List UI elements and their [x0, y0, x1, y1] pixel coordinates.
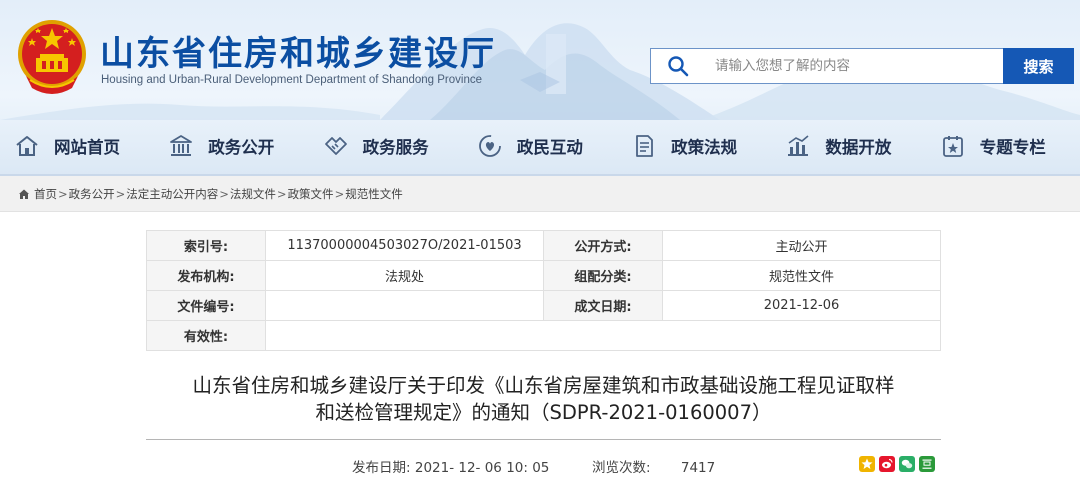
table-row: 索引号: 11370000004503027O/2021-01503 公开方式:…	[146, 230, 941, 261]
document-info-table: 索引号: 11370000004503027O/2021-01503 公开方式:…	[146, 230, 941, 351]
breadcrumb-separator: >	[115, 186, 126, 201]
site-subtitle: Housing and Urban-Rural Development Depa…	[101, 74, 482, 86]
views-value: 7417	[680, 460, 716, 476]
breadcrumb-separator: >	[219, 186, 229, 201]
nav-item-home[interactable]: 网站首页	[0, 120, 154, 172]
publish-date: 发布日期: 2021- 12- 06 10: 05	[352, 456, 549, 476]
nav-item-label: 政策法规	[671, 138, 738, 157]
date-value: 2021-12-06	[662, 290, 941, 321]
breadcrumb-item-regulations[interactable]: 法规文件	[230, 186, 276, 202]
home-icon	[16, 136, 38, 156]
disclosure-value: 主动公开	[662, 230, 941, 261]
nav-item-label: 政务服务	[362, 138, 429, 157]
title-divider	[146, 439, 941, 440]
nav-item-interaction[interactable]: 政民互动	[463, 120, 617, 172]
qzone-icon[interactable]	[859, 456, 875, 472]
nav-item-label: 数据开放	[825, 138, 892, 157]
breadcrumb-item-gov-affairs[interactable]: 政务公开	[69, 186, 115, 202]
doc-number-label: 文件编号:	[146, 290, 266, 321]
handshake-icon	[324, 137, 347, 155]
search-box	[650, 48, 1004, 84]
table-row: 发布机构: 法规处 组配分类: 规范性文件	[146, 260, 941, 291]
nav-item-policy[interactable]: 政策法规	[617, 120, 771, 172]
view-count: 浏览次数: 7417	[592, 456, 715, 476]
site-title: 山东省住房和城乡建设厅	[100, 34, 496, 74]
breadcrumb-item-policy-docs[interactable]: 政策文件	[288, 186, 334, 202]
weibo-icon[interactable]	[879, 456, 895, 472]
special-topic-icon	[942, 136, 963, 157]
interaction-heart-icon	[478, 135, 501, 157]
douban-icon[interactable]	[919, 456, 935, 472]
table-row: 有效性:	[146, 320, 941, 351]
nav-item-data-open[interactable]: 数据开放	[771, 120, 925, 172]
nav-item-special-topics[interactable]: 专题专栏	[926, 120, 1080, 172]
nav-item-label: 政民互动	[516, 138, 583, 157]
search-icon[interactable]	[667, 55, 689, 77]
wechat-icon[interactable]	[899, 456, 915, 472]
nav-item-label: 网站首页	[54, 138, 120, 157]
article-title-line-2: 和送检管理规定》的通知（SDPR-2021-0160007）	[315, 401, 772, 424]
nav-item-label: 政务公开	[208, 138, 275, 157]
article-title: 山东省住房和城乡建设厅关于印发《山东省房屋建筑和市政基础设施工程见证取样 和送检…	[146, 372, 941, 426]
doc-number-value	[265, 290, 544, 321]
issuer-label: 发布机构:	[146, 260, 266, 291]
date-label: 成文日期:	[543, 290, 663, 321]
breadcrumb-item-home[interactable]: 首页	[34, 186, 57, 202]
index-label: 索引号:	[146, 230, 266, 261]
government-building-icon	[170, 135, 193, 156]
breadcrumb-separator: >	[58, 186, 68, 201]
publish-value: 2021- 12- 06 10: 05	[414, 460, 550, 476]
breadcrumb-home-icon	[19, 189, 29, 199]
breadcrumb-separator: >	[276, 186, 287, 201]
publish-label: 发布日期:	[352, 460, 411, 476]
search-button[interactable]: 搜索	[1003, 48, 1074, 84]
search-input[interactable]	[715, 51, 995, 81]
category-value: 规范性文件	[662, 260, 941, 291]
issuer-value: 法规处	[265, 260, 544, 291]
category-label: 组配分类:	[543, 260, 663, 291]
article-meta: 发布日期: 2021- 12- 06 10: 05 浏览次数: 7417	[0, 456, 1080, 476]
article-title-line-1: 山东省住房和城乡建设厅关于印发《山东省房屋建筑和市政基础设施工程见证取样	[192, 374, 895, 397]
breadcrumb-separator: >	[334, 186, 345, 201]
views-label: 浏览次数:	[592, 460, 651, 476]
nav-item-gov-services[interactable]: 政务服务	[309, 120, 463, 172]
disclosure-label: 公开方式:	[543, 230, 663, 261]
index-value: 11370000004503027O/2021-01503	[265, 230, 544, 261]
validity-value	[265, 320, 941, 351]
national-emblem-icon	[18, 20, 86, 94]
table-row: 文件编号: 成文日期: 2021-12-06	[146, 290, 941, 321]
main-nav: 网站首页 政务公开 政务服务 政民互动 政策法规 数据开放 专题专栏	[0, 120, 1080, 172]
site-header: 山东省住房和城乡建设厅 Housing and Urban-Rural Deve…	[0, 0, 1080, 175]
nav-item-label: 专题专栏	[979, 138, 1046, 157]
nav-item-gov-affairs[interactable]: 政务公开	[154, 120, 308, 172]
breadcrumb: 首页 > 政务公开 > 法定主动公开内容 > 法规文件 > 政策文件 > 规范性…	[0, 176, 1080, 212]
policy-document-icon	[636, 135, 654, 157]
share-buttons	[859, 456, 935, 472]
validity-label: 有效性:	[146, 320, 266, 351]
breadcrumb-item-normative-docs[interactable]: 规范性文件	[345, 186, 403, 202]
bar-chart-icon	[788, 135, 809, 156]
breadcrumb-item-statutory-content[interactable]: 法定主动公开内容	[126, 186, 218, 202]
